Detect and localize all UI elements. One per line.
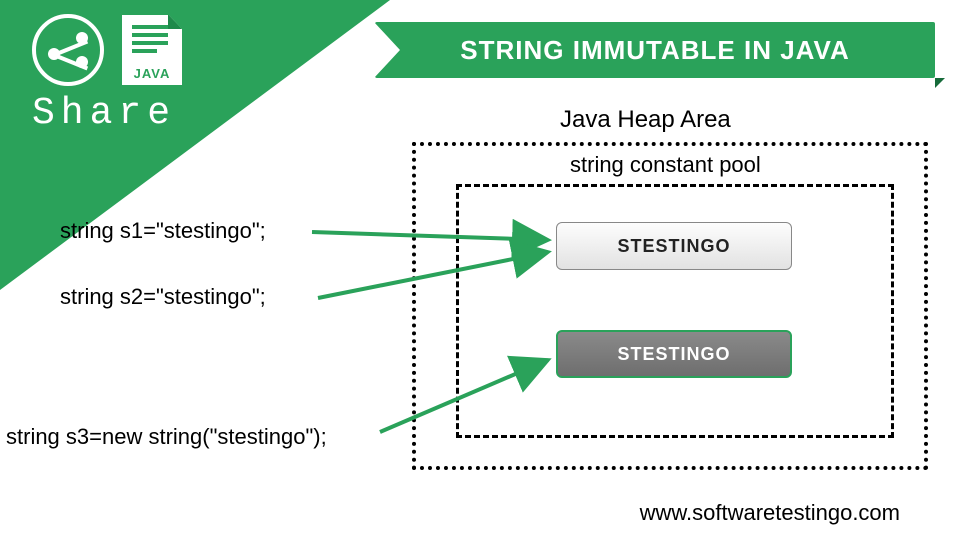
code-line-s2: string s2="stestingo"; [60, 284, 266, 310]
title-text: STRING IMMUTABLE IN JAVA [460, 35, 849, 66]
java-file-tag: JAVA [122, 66, 182, 81]
string-pool-label: string constant pool [570, 152, 761, 178]
code-line-s1: string s1="stestingo"; [60, 218, 266, 244]
share-icon [32, 14, 104, 86]
pool-string-object: STESTINGO [556, 222, 792, 270]
title-banner: STRING IMMUTABLE IN JAVA [375, 22, 935, 78]
code-line-s3: string s3=new string("stestingo"); [6, 424, 327, 450]
heap-area-title: Java Heap Area [560, 106, 731, 134]
pool-string-value: STESTINGO [617, 236, 730, 257]
heap-string-object: STESTINGO [556, 330, 792, 378]
share-block: JAVA Share [32, 14, 182, 135]
footer-url: www.softwaretestingo.com [640, 500, 900, 526]
heap-string-value: STESTINGO [617, 344, 730, 365]
share-label: Share [32, 92, 182, 135]
java-file-icon: JAVA [122, 15, 182, 85]
